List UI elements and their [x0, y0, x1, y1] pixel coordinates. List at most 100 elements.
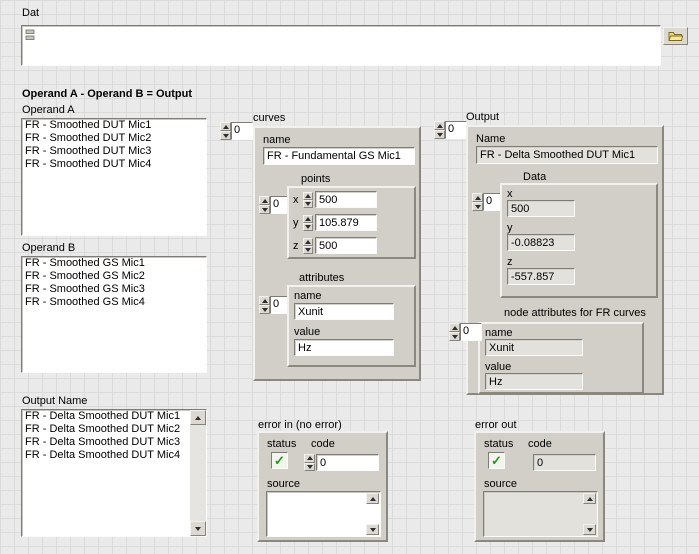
- decrement-button[interactable]: [472, 202, 483, 211]
- output-index-value[interactable]: 0: [445, 121, 467, 139]
- error-out-code-label: code: [528, 438, 552, 450]
- curves-index-control[interactable]: 0: [220, 122, 253, 140]
- up-arrow-icon: [305, 217, 311, 221]
- path-input[interactable]: [21, 25, 661, 66]
- output-index-stepper[interactable]: [434, 121, 445, 139]
- data-z-field: -557.857: [507, 268, 575, 285]
- z-stepper[interactable]: [303, 238, 313, 254]
- list-item[interactable]: FR - Smoothed DUT Mic3: [22, 145, 206, 158]
- y-field[interactable]: 105.879: [315, 214, 377, 231]
- attributes-index-stepper[interactable]: [259, 296, 270, 314]
- output-index-control[interactable]: 0: [434, 121, 467, 139]
- down-arrow-icon: [262, 308, 268, 312]
- down-arrow-icon: [587, 528, 593, 532]
- data-x-field: 500: [507, 200, 575, 217]
- decrement-button[interactable]: [303, 200, 313, 208]
- error-out-source-box: [483, 491, 598, 537]
- node-attributes-index-control[interactable]: 0: [449, 323, 482, 341]
- scroll-up-button[interactable]: [190, 410, 206, 425]
- node-attr-value-field: Hz: [485, 373, 583, 390]
- scrollbar-track[interactable]: [190, 425, 206, 521]
- increment-button[interactable]: [303, 215, 313, 223]
- operand-b-label: Operand B: [22, 242, 75, 254]
- list-item[interactable]: FR - Smoothed DUT Mic4: [22, 158, 206, 171]
- increment-button[interactable]: [259, 196, 270, 205]
- curves-cluster: name FR - Fundamental GS Mic1 points 0 x…: [253, 126, 421, 381]
- data-index-stepper[interactable]: [472, 193, 483, 211]
- decrement-button[interactable]: [304, 463, 315, 472]
- code-stepper[interactable]: [304, 454, 315, 471]
- vertical-scrollbar[interactable]: [190, 410, 206, 536]
- x-stepper[interactable]: [303, 192, 313, 208]
- list-item[interactable]: FR - Delta Smoothed DUT Mic2: [22, 423, 189, 436]
- curves-index-value[interactable]: 0: [231, 122, 253, 140]
- output-label: Output: [466, 111, 499, 123]
- increment-button[interactable]: [472, 193, 483, 202]
- error-in-source-box[interactable]: [266, 491, 381, 537]
- error-out-label: error out: [475, 419, 517, 431]
- error-in-code-stepper[interactable]: [304, 454, 315, 472]
- scroll-up-button[interactable]: [366, 493, 379, 504]
- scroll-down-button[interactable]: [190, 521, 206, 536]
- up-arrow-icon: [370, 497, 376, 501]
- list-item[interactable]: FR - Smoothed GS Mic3: [22, 283, 206, 296]
- x-field[interactable]: 500: [315, 191, 377, 208]
- error-in-code-field[interactable]: 0: [316, 454, 379, 471]
- node-attributes-index-value[interactable]: 0: [460, 323, 482, 341]
- list-item[interactable]: FR - Smoothed GS Mic4: [22, 296, 206, 309]
- data-z-label: z: [507, 256, 513, 268]
- browse-button[interactable]: [663, 27, 688, 45]
- curves-index-stepper[interactable]: [220, 122, 231, 140]
- increment-button[interactable]: [434, 121, 445, 130]
- scroll-down-button[interactable]: [583, 524, 596, 535]
- scroll-up-button[interactable]: [583, 493, 596, 504]
- z-field[interactable]: 500: [315, 237, 377, 254]
- increment-button[interactable]: [449, 323, 460, 332]
- attribute-value-field[interactable]: Hz: [294, 339, 394, 356]
- points-index-stepper[interactable]: [259, 196, 270, 214]
- increment-button[interactable]: [303, 192, 313, 200]
- output-name-listbox[interactable]: FR - Delta Smoothed DUT Mic1 FR - Delta …: [21, 409, 207, 537]
- list-item[interactable]: FR - Smoothed GS Mic2: [22, 270, 206, 283]
- increment-button[interactable]: [259, 296, 270, 305]
- up-arrow-icon: [475, 196, 481, 200]
- path-label: Dat: [22, 7, 39, 19]
- down-arrow-icon: [452, 335, 458, 339]
- increment-button[interactable]: [304, 454, 315, 463]
- y-stepper[interactable]: [303, 215, 313, 231]
- list-item[interactable]: FR - Delta Smoothed DUT Mic4: [22, 449, 189, 462]
- attribute-name-field[interactable]: Xunit: [294, 303, 394, 320]
- decrement-button[interactable]: [449, 332, 460, 341]
- decrement-button[interactable]: [220, 131, 231, 140]
- attribute-value-label: value: [294, 326, 320, 338]
- list-item[interactable]: FR - Delta Smoothed DUT Mic1: [22, 410, 189, 423]
- error-in-code-label: code: [311, 438, 335, 450]
- increment-button[interactable]: [303, 238, 313, 246]
- node-attributes-index-stepper[interactable]: [449, 323, 460, 341]
- output-cluster: Name FR - Delta Smoothed DUT Mic1 Data 0…: [466, 125, 664, 395]
- curve-name-field[interactable]: FR - Fundamental GS Mic1: [263, 147, 415, 165]
- point-x-row: x 500: [293, 191, 377, 208]
- list-item[interactable]: FR - Smoothed DUT Mic2: [22, 132, 206, 145]
- error-out-status-led: ✓: [488, 452, 505, 469]
- operand-b-listbox[interactable]: FR - Smoothed GS Mic1 FR - Smoothed GS M…: [21, 256, 207, 373]
- decrement-button[interactable]: [259, 205, 270, 214]
- scroll-down-button[interactable]: [366, 524, 379, 535]
- operand-a-listbox[interactable]: FR - Smoothed DUT Mic1 FR - Smoothed DUT…: [21, 118, 207, 236]
- decrement-button[interactable]: [303, 223, 313, 231]
- output-name-label: Output Name: [22, 395, 87, 407]
- node-attr-name-field: Xunit: [485, 339, 583, 356]
- increment-button[interactable]: [220, 122, 231, 131]
- down-arrow-icon: [437, 133, 443, 137]
- down-arrow-icon: [370, 528, 376, 532]
- down-arrow-icon: [307, 465, 313, 469]
- data-y-field: -0.08823: [507, 234, 575, 251]
- up-arrow-icon: [307, 456, 313, 460]
- decrement-button[interactable]: [434, 130, 445, 139]
- error-in-status-led[interactable]: ✓: [271, 452, 288, 469]
- list-item[interactable]: FR - Smoothed GS Mic1: [22, 257, 206, 270]
- list-item[interactable]: FR - Smoothed DUT Mic1: [22, 119, 206, 132]
- decrement-button[interactable]: [303, 246, 313, 254]
- decrement-button[interactable]: [259, 305, 270, 314]
- list-item[interactable]: FR - Delta Smoothed DUT Mic3: [22, 436, 189, 449]
